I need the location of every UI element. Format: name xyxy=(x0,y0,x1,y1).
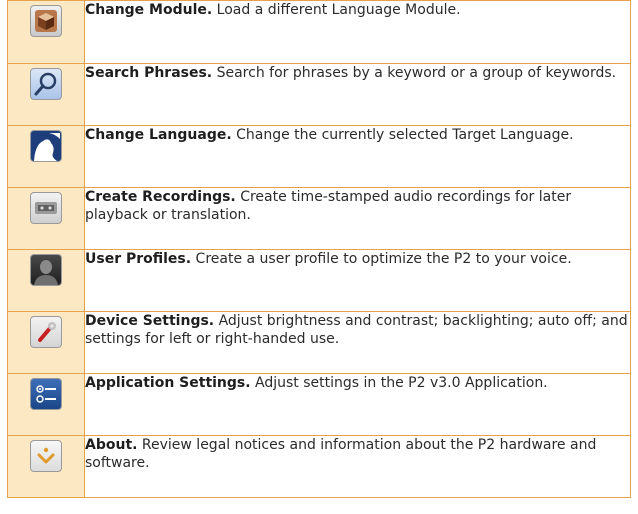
cassette-icon[interactable] xyxy=(30,192,62,224)
globe-icon[interactable] xyxy=(30,130,62,162)
icon-cell xyxy=(7,187,85,250)
row-title: User Profiles. xyxy=(85,251,192,267)
wrench-icon[interactable] xyxy=(30,316,62,348)
description-cell: Create Recordings. Create time-stamped a… xyxy=(84,187,631,250)
description-cell: About. Review legal notices and informat… xyxy=(84,435,631,498)
table-row: Create Recordings. Create time-stamped a… xyxy=(7,187,631,250)
icon-cell xyxy=(7,125,85,188)
row-text: Create a user profile to optimize the P2… xyxy=(195,251,572,267)
description-cell: Change Language. Change the currently se… xyxy=(84,125,631,188)
row-title: Change Language. xyxy=(85,127,232,143)
icon-cell xyxy=(7,311,85,374)
description-cell: User Profiles. Create a user profile to … xyxy=(84,249,631,312)
table-row: Search Phrases. Search for phrases by a … xyxy=(7,63,631,126)
user-silhouette-icon[interactable] xyxy=(30,254,62,286)
cube-icon[interactable] xyxy=(30,5,62,37)
row-title: Application Settings. xyxy=(85,375,251,391)
table-row: User Profiles. Create a user profile to … xyxy=(7,249,631,312)
table-row: Application Settings. Adjust settings in… xyxy=(7,373,631,436)
row-title: Create Recordings. xyxy=(85,189,236,205)
feature-table: Change Module. Load a different Language… xyxy=(7,0,631,498)
row-title: Device Settings. xyxy=(85,313,215,329)
description-cell: Change Module. Load a different Language… xyxy=(84,0,631,64)
table-row: Device Settings. Adjust brightness and c… xyxy=(7,311,631,374)
row-text: Search for phrases by a keyword or a gro… xyxy=(216,65,617,81)
row-text: Change the currently selected Target Lan… xyxy=(236,127,574,143)
table-row: Change Language. Change the currently se… xyxy=(7,125,631,188)
row-text: Adjust settings in the P2 v3.0 Applicati… xyxy=(255,375,548,391)
toggle-settings-icon[interactable] xyxy=(30,378,62,410)
icon-cell xyxy=(7,373,85,436)
description-cell: Search Phrases. Search for phrases by a … xyxy=(84,63,631,126)
row-text: Load a different Language Module. xyxy=(216,2,461,18)
description-cell: Device Settings. Adjust brightness and c… xyxy=(84,311,631,374)
icon-cell xyxy=(7,0,85,64)
row-text: Review legal notices and information abo… xyxy=(85,437,597,471)
icon-cell xyxy=(7,435,85,498)
info-chevron-icon[interactable] xyxy=(30,440,62,472)
row-title: Change Module. xyxy=(85,2,213,18)
icon-cell xyxy=(7,249,85,312)
magnifier-icon[interactable] xyxy=(30,68,62,100)
description-cell: Application Settings. Adjust settings in… xyxy=(84,373,631,436)
table-row: About. Review legal notices and informat… xyxy=(7,435,631,498)
row-title: About. xyxy=(85,437,138,453)
icon-cell xyxy=(7,63,85,126)
table-row: Change Module. Load a different Language… xyxy=(7,0,631,64)
row-title: Search Phrases. xyxy=(85,65,213,81)
